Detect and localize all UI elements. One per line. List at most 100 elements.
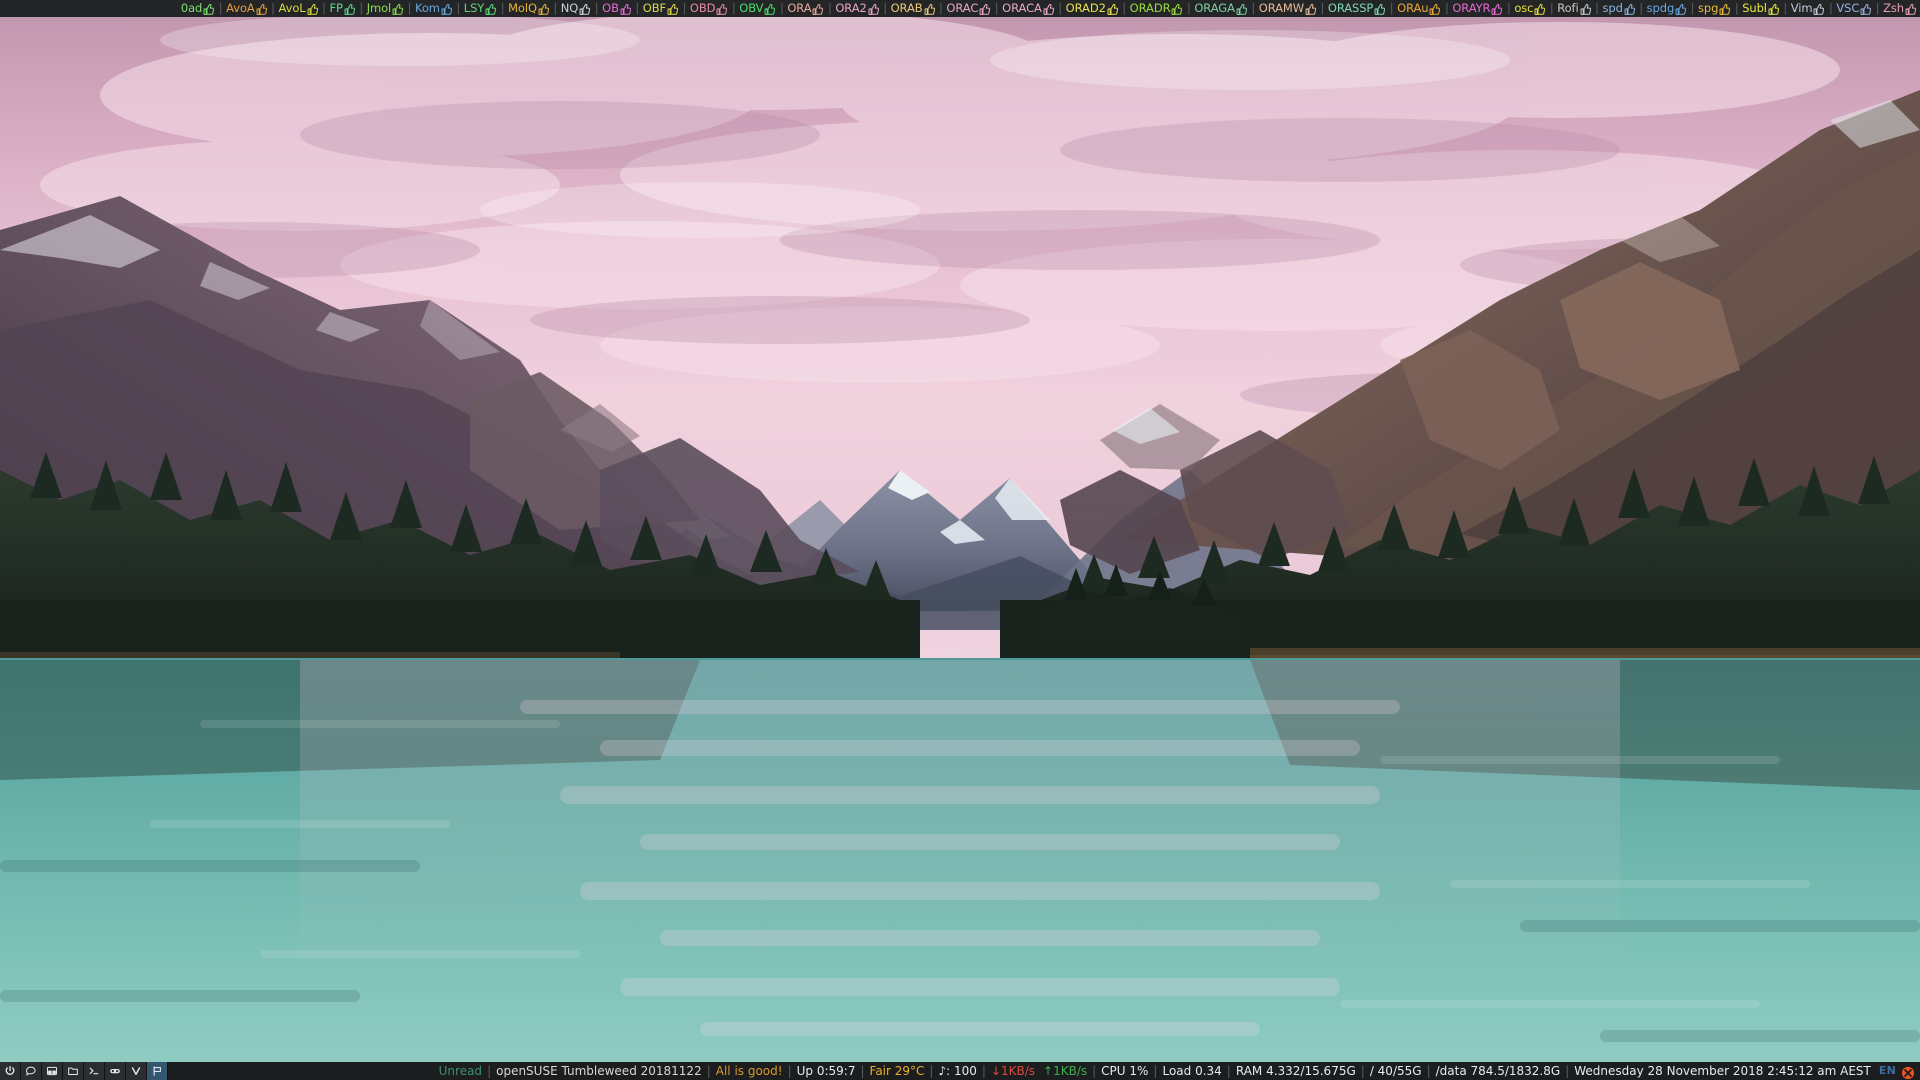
window-item-spd[interactable]: spd: [1601, 0, 1636, 17]
status-datetime[interactable]: Wednesday 28 November 2018 2:45:12 am AE…: [1570, 1062, 1875, 1080]
window-item-avoa[interactable]: AvoA: [225, 0, 269, 17]
window-item-label: NQ: [561, 0, 578, 17]
window-separator: |: [1688, 1, 1697, 15]
window-item-oraca[interactable]: ORACA: [1001, 0, 1056, 17]
window-item-obv[interactable]: OBV: [738, 0, 777, 17]
window-separator: |: [592, 1, 601, 15]
status-disk-root[interactable]: / 40/55G: [1366, 1062, 1426, 1080]
window-item-vim[interactable]: Vim: [1790, 0, 1827, 17]
status-cpu[interactable]: CPU 1%: [1097, 1062, 1152, 1080]
launcher-windows[interactable]: [42, 1062, 63, 1080]
bottom-taskbar: Unread | openSUSE Tumbleweed 20181122 | …: [0, 1062, 1920, 1080]
window-separator: |: [498, 1, 507, 15]
window-item-oramw[interactable]: ORAMW: [1258, 0, 1318, 17]
window-item-orab[interactable]: ORAB: [890, 0, 937, 17]
window-item-jmol[interactable]: Jmol: [366, 0, 405, 17]
window-item-label: OBV: [739, 0, 763, 17]
window-item-label: AvoL: [279, 0, 306, 17]
thumbs-up-icon: [619, 3, 632, 16]
window-separator: |: [729, 1, 738, 15]
launcher-gamepad[interactable]: [105, 1062, 126, 1080]
window-separator: |: [777, 1, 786, 15]
window-separator: |: [1504, 1, 1513, 15]
window-item-label: spd: [1602, 0, 1622, 17]
window-item-molq[interactable]: MolQ: [507, 0, 551, 17]
window-item-oraga[interactable]: ORAGA: [1193, 0, 1249, 17]
window-item-label: ORAB: [891, 0, 923, 17]
window-item-label: OBF: [643, 0, 666, 17]
launcher-folder[interactable]: [63, 1062, 84, 1080]
window-item-fp[interactable]: FP: [328, 0, 356, 17]
window-item-oradr[interactable]: ORADR: [1129, 0, 1185, 17]
window-item-label: Vim: [1791, 0, 1813, 17]
keyboard-layout-indicator[interactable]: EN: [1875, 1062, 1900, 1080]
status-ram[interactable]: RAM 4.332/15.675G: [1232, 1062, 1360, 1080]
thumbs-up-icon: [391, 3, 404, 16]
window-separator: |: [881, 1, 890, 15]
status-volume[interactable]: ♪: 100: [934, 1062, 980, 1080]
window-item-spg[interactable]: spg: [1697, 0, 1732, 17]
launcher-vim[interactable]: [126, 1062, 147, 1080]
window-item-orayr[interactable]: ORAYR: [1451, 0, 1504, 17]
launcher-terminal[interactable]: [84, 1062, 105, 1080]
window-item-label: ORADR: [1130, 0, 1171, 17]
window-separator: |: [1056, 1, 1065, 15]
flag-icon: [151, 1065, 163, 1077]
thumbs-up-icon: [537, 3, 550, 16]
window-item-obf[interactable]: OBF: [642, 0, 680, 17]
thumbs-up-icon: [1718, 3, 1731, 16]
window-item-obd[interactable]: OBD: [689, 0, 730, 17]
status-net-up[interactable]: ↑1KB/s: [1039, 1062, 1091, 1080]
window-item-osc[interactable]: osc: [1513, 0, 1547, 17]
window-item-ora[interactable]: ORA: [786, 0, 825, 17]
window-item-subl[interactable]: Subl: [1741, 0, 1781, 17]
status-load[interactable]: Load 0.34: [1158, 1062, 1225, 1080]
thumbs-up-icon: [1373, 3, 1386, 16]
window-item-orassp[interactable]: ORASSP: [1327, 0, 1387, 17]
window-item-zsh[interactable]: Zsh: [1882, 0, 1918, 17]
window-item-label: ORAD2: [1066, 0, 1106, 17]
window-item-orau[interactable]: ORAu: [1396, 0, 1442, 17]
window-item-rofi[interactable]: Rofi: [1556, 0, 1592, 17]
status-uptime[interactable]: Up 0:59:7: [793, 1062, 860, 1080]
status-distro[interactable]: openSUSE Tumbleweed 20181122: [492, 1062, 706, 1080]
thumbs-up-icon: [763, 3, 776, 16]
launcher-flag[interactable]: [147, 1062, 168, 1080]
window-item-kom[interactable]: Kom: [414, 0, 454, 17]
top-window-list-bar: 0ad|AvoA|AvoL|FP|Jmol|Kom|LSY|MolQ|NQ|OB…: [0, 0, 1920, 17]
window-item-0ad[interactable]: 0ad: [180, 0, 216, 17]
window-item-spdg[interactable]: spdg: [1646, 0, 1689, 17]
window-separator: |: [454, 1, 463, 15]
status-disk-data[interactable]: /data 784.5/1832.8G: [1432, 1062, 1565, 1080]
terminal-icon: [88, 1065, 100, 1077]
thumbs-up-icon: [1428, 3, 1441, 16]
window-item-nq[interactable]: NQ: [560, 0, 592, 17]
window-item-orac[interactable]: ORAC: [945, 0, 992, 17]
window-item-avol[interactable]: AvoL: [278, 0, 320, 17]
window-item-label: ORAYR: [1452, 0, 1490, 17]
thumbs-up-icon: [202, 3, 215, 16]
status-weather[interactable]: Fair 29°C: [866, 1062, 929, 1080]
window-item-lsy[interactable]: LSY: [463, 0, 498, 17]
launcher-power[interactable]: [0, 1062, 21, 1080]
status-net-down[interactable]: ↓1KB/s: [987, 1062, 1039, 1080]
power-icon: [4, 1065, 16, 1077]
window-separator: |: [1387, 1, 1396, 15]
status-mail[interactable]: Unread: [435, 1062, 486, 1080]
thumbs-up-icon: [1767, 3, 1780, 16]
window-item-orad2[interactable]: ORAD2: [1065, 0, 1120, 17]
launcher-chat[interactable]: [21, 1062, 42, 1080]
x-close-circle-icon[interactable]: [1901, 1066, 1915, 1080]
window-item-ob[interactable]: OB: [601, 0, 633, 17]
status-updates[interactable]: All is good!: [712, 1062, 787, 1080]
window-item-vsc[interactable]: VSC: [1835, 0, 1873, 17]
window-item-label: ORAMW: [1259, 0, 1304, 17]
window-item-label: ORACA: [1002, 0, 1042, 17]
window-separator: |: [1120, 1, 1129, 15]
window-separator: |: [1442, 1, 1451, 15]
window-item-label: VSC: [1836, 0, 1859, 17]
window-item-ora2[interactable]: ORA2: [834, 0, 880, 17]
thumbs-up-icon: [1304, 3, 1317, 16]
window-separator: |: [216, 1, 225, 15]
thumbs-up-icon: [1042, 3, 1055, 16]
